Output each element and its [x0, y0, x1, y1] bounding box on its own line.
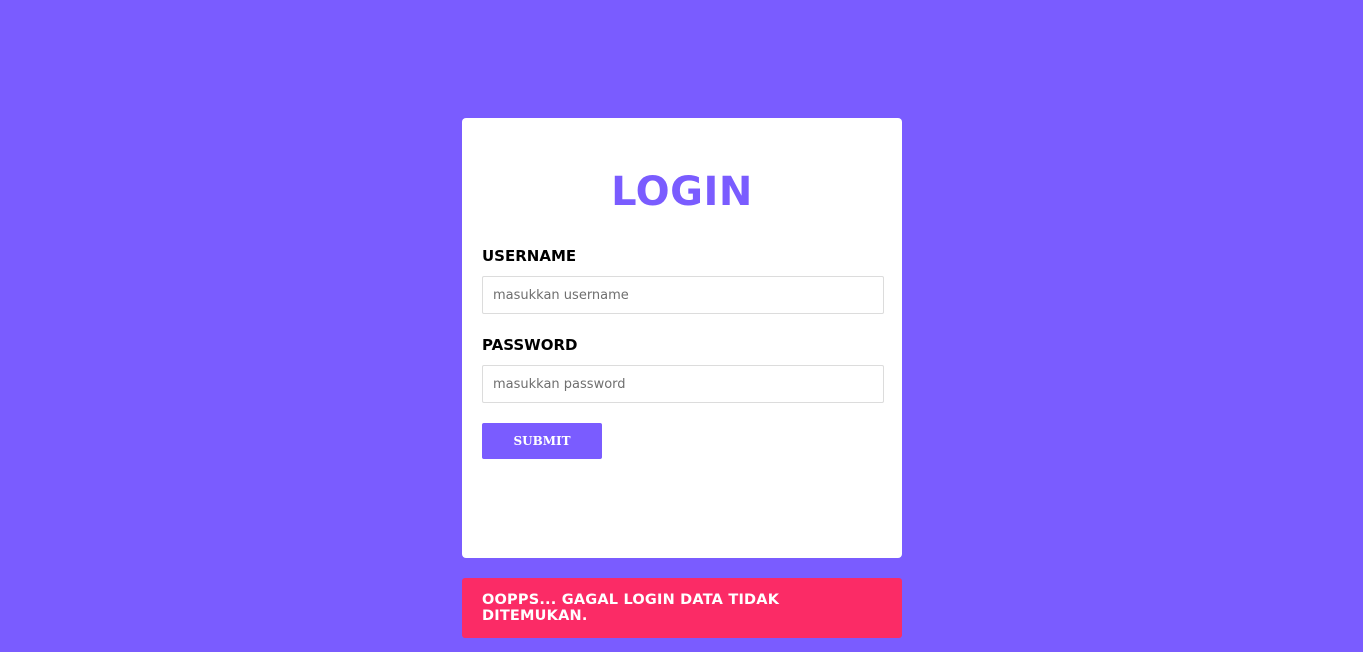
password-label: PASSWORD — [482, 336, 578, 354]
error-alert-message: OOPPS... GAGAL LOGIN DATA TIDAK DITEMUKA… — [482, 592, 780, 624]
username-label: USERNAME — [482, 247, 577, 265]
login-title: LOGIN — [611, 169, 753, 215]
username-input[interactable] — [482, 276, 884, 314]
error-alert: OOPPS... GAGAL LOGIN DATA TIDAK DITEMUKA… — [462, 578, 902, 638]
login-page: LOGIN USERNAME PASSWORD SUBMIT OOPPS... … — [0, 0, 1363, 652]
password-input[interactable] — [482, 365, 884, 403]
submit-button[interactable]: SUBMIT — [482, 423, 602, 459]
login-card: LOGIN USERNAME PASSWORD SUBMIT — [462, 118, 902, 558]
